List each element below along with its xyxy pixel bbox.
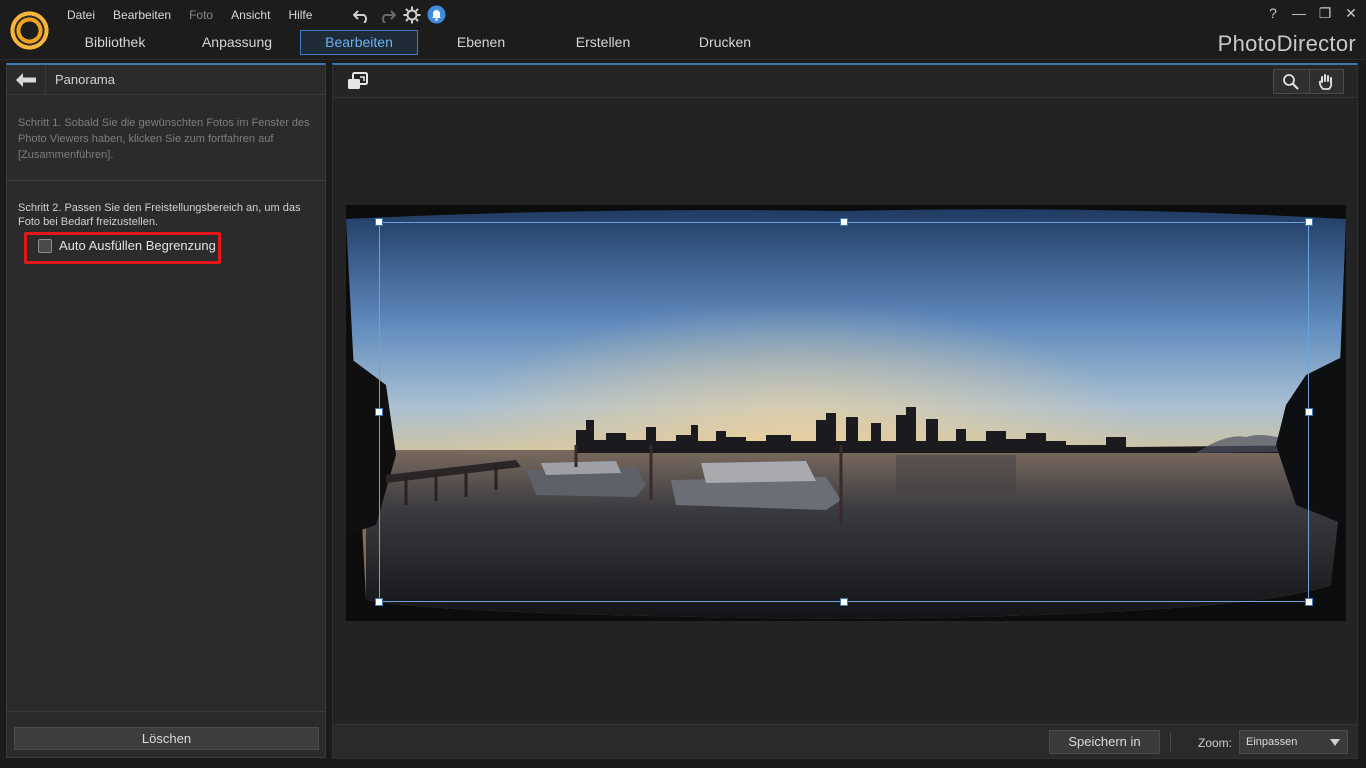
tab-ebenen[interactable]: Ebenen — [422, 30, 540, 55]
step2-instructions: Schritt 2. Passen Sie den Freistellungsb… — [18, 202, 301, 228]
footer-divider — [1170, 733, 1171, 751]
crop-handle-top[interactable] — [840, 218, 848, 226]
image-canvas[interactable] — [346, 205, 1346, 621]
back-arrow-icon — [16, 72, 36, 87]
zoom-value: Einpassen — [1246, 736, 1298, 748]
maximize-icon[interactable]: ❐ — [1318, 4, 1332, 22]
help-icon[interactable]: ? — [1266, 4, 1280, 22]
window-controls: ? — ❐ ✕ — [1266, 4, 1358, 22]
menu-ansicht[interactable]: Ansicht — [222, 7, 279, 25]
photo-viewer: Speichern in Zoom: Einpassen — [332, 63, 1358, 759]
chevron-down-icon — [1330, 739, 1340, 746]
menu-bar: Datei Bearbeiten Foto Ansicht Hilfe — [58, 7, 321, 25]
menu-foto[interactable]: Foto — [180, 7, 222, 25]
compare-view-icon[interactable] — [347, 71, 369, 91]
brand-name: PhotoDirector — [1217, 31, 1356, 56]
auto-fill-boundary-label[interactable]: Auto Ausfüllen Begrenzung — [59, 238, 216, 253]
redo-icon[interactable] — [377, 5, 396, 24]
menu-hilfe[interactable]: Hilfe — [279, 7, 321, 25]
tab-bearbeiten[interactable]: Bearbeiten — [300, 30, 418, 55]
back-button[interactable] — [7, 65, 46, 94]
crop-handle-top-left[interactable] — [375, 218, 383, 226]
crop-handle-top-right[interactable] — [1305, 218, 1313, 226]
view-tool-group — [1273, 69, 1344, 94]
delete-button[interactable]: Löschen — [14, 727, 319, 750]
menu-datei[interactable]: Datei — [58, 7, 104, 25]
zoom-tool-icon[interactable] — [1274, 70, 1309, 93]
crop-handle-right[interactable] — [1305, 408, 1313, 416]
panel-title: Panorama — [55, 72, 115, 87]
quick-tools — [352, 5, 446, 24]
viewer-toolbar — [333, 65, 1357, 98]
panel-header: Panorama — [7, 65, 325, 95]
crop-handle-bottom-right[interactable] — [1305, 598, 1313, 606]
panorama-panel: Panorama Schritt 1. Sobald Sie die gewün… — [6, 63, 326, 758]
crop-frame[interactable] — [379, 222, 1309, 602]
hand-pan-tool-icon[interactable] — [1308, 70, 1343, 93]
crop-handle-left[interactable] — [375, 408, 383, 416]
auto-fill-boundary-option[interactable]: Auto Ausfüllen Begrenzung — [38, 238, 216, 253]
app-logo — [10, 11, 49, 50]
divider — [7, 180, 325, 181]
save-in-button[interactable]: Speichern in — [1049, 730, 1160, 754]
tab-bibliothek[interactable]: Bibliothek — [56, 30, 174, 55]
tab-anpassung[interactable]: Anpassung — [178, 30, 296, 55]
zoom-select[interactable]: Einpassen — [1239, 730, 1348, 754]
title-bar: Datei Bearbeiten Foto Ansicht Hilfe ? — … — [0, 0, 1366, 60]
step1-instructions: Schritt 1. Sobald Sie die gewünschten Fo… — [18, 117, 310, 161]
settings-gear-icon[interactable] — [402, 5, 421, 24]
notification-bell-icon[interactable] — [427, 5, 446, 24]
menu-bearbeiten[interactable]: Bearbeiten — [104, 7, 180, 25]
minimize-icon[interactable]: — — [1292, 4, 1306, 22]
crop-handle-bottom[interactable] — [840, 598, 848, 606]
module-tabs: Bibliothek Anpassung Bearbeiten Ebenen E… — [56, 30, 788, 55]
panel-footer: Löschen — [7, 711, 325, 757]
tab-drucken[interactable]: Drucken — [666, 30, 784, 55]
viewer-footer: Speichern in Zoom: Einpassen — [333, 724, 1357, 758]
auto-fill-boundary-checkbox[interactable] — [38, 238, 52, 253]
close-icon[interactable]: ✕ — [1344, 4, 1358, 22]
tab-erstellen[interactable]: Erstellen — [544, 30, 662, 55]
undo-icon[interactable] — [352, 5, 371, 24]
crop-handle-bottom-left[interactable] — [375, 598, 383, 606]
zoom-label: Zoom: — [1198, 736, 1233, 750]
